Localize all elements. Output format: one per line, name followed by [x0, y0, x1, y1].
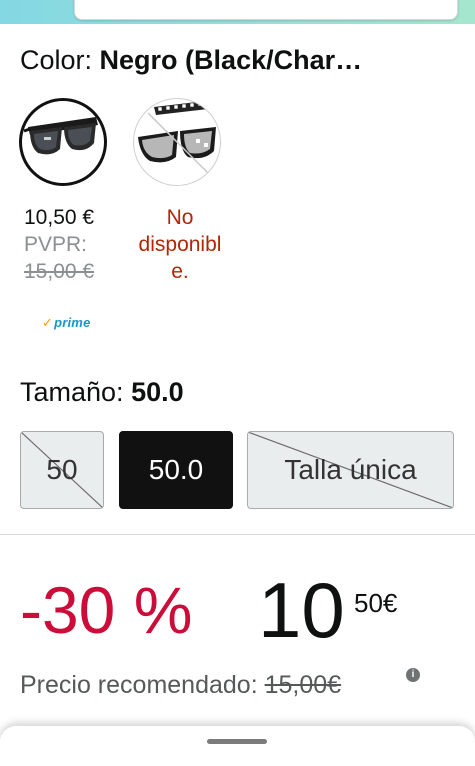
size-option-label: Talla única [284, 454, 417, 485]
variant-price: 10,50 € [24, 206, 95, 229]
price-fraction-currency: 50€ [354, 588, 397, 618]
price-whole: 10 [258, 566, 345, 654]
recommended-price-value: 15,00€ [264, 671, 342, 699]
variant-pvpr-label: PVPR: [24, 233, 88, 256]
color-swatch-checkered[interactable] [133, 98, 221, 186]
size-label: Tamaño: [20, 377, 124, 407]
prime-label: prime [54, 315, 91, 330]
search-box[interactable] [74, 0, 458, 20]
variant-price-black: 10,50 € PVPR: 15,00 € [24, 204, 124, 285]
price-currency: € [382, 588, 398, 618]
prime-badge: ✓prime [42, 315, 91, 331]
sunglasses-checkered-image [138, 101, 216, 176]
color-selection-label: Color: Negro (Black/Char… [20, 44, 460, 76]
size-option-talla-unica-unavailable[interactable]: Talla única [247, 431, 454, 509]
size-option-label: 50.0 [148, 454, 204, 485]
variant-old-price: 15,00 € [24, 260, 95, 283]
recommended-price-label: Precio recomendado: [20, 671, 258, 699]
size-selection-label: Tamaño: 50.0 [20, 375, 184, 409]
variant-unavailable-text: No disponibl e. [124, 204, 236, 285]
check-icon: ✓ [42, 315, 54, 330]
sunglasses-black-image [23, 117, 98, 155]
size-option-label: 50 [46, 454, 78, 485]
unavailable-line-1: No [166, 206, 194, 229]
color-swatch-black[interactable] [19, 98, 107, 186]
section-divider [0, 534, 475, 535]
recommended-price: Precio recomendado: 15,00€ [20, 670, 341, 700]
unavailable-line-3: e. [171, 260, 189, 283]
bottom-sheet[interactable] [0, 726, 475, 766]
info-icon[interactable]: i [406, 668, 420, 682]
drag-handle[interactable] [207, 739, 267, 744]
color-label: Color: [20, 45, 93, 75]
price-fraction: 50 [354, 588, 383, 618]
size-option-50-unavailable[interactable]: 50 [20, 431, 104, 509]
size-option-50-0-selected[interactable]: 50.0 [119, 431, 233, 509]
color-value: Negro (Black/Char… [99, 45, 363, 75]
unavailable-line-2: disponibl [138, 233, 222, 256]
discount-percentage: -30 % [20, 573, 193, 647]
size-value: 50.0 [131, 377, 184, 407]
